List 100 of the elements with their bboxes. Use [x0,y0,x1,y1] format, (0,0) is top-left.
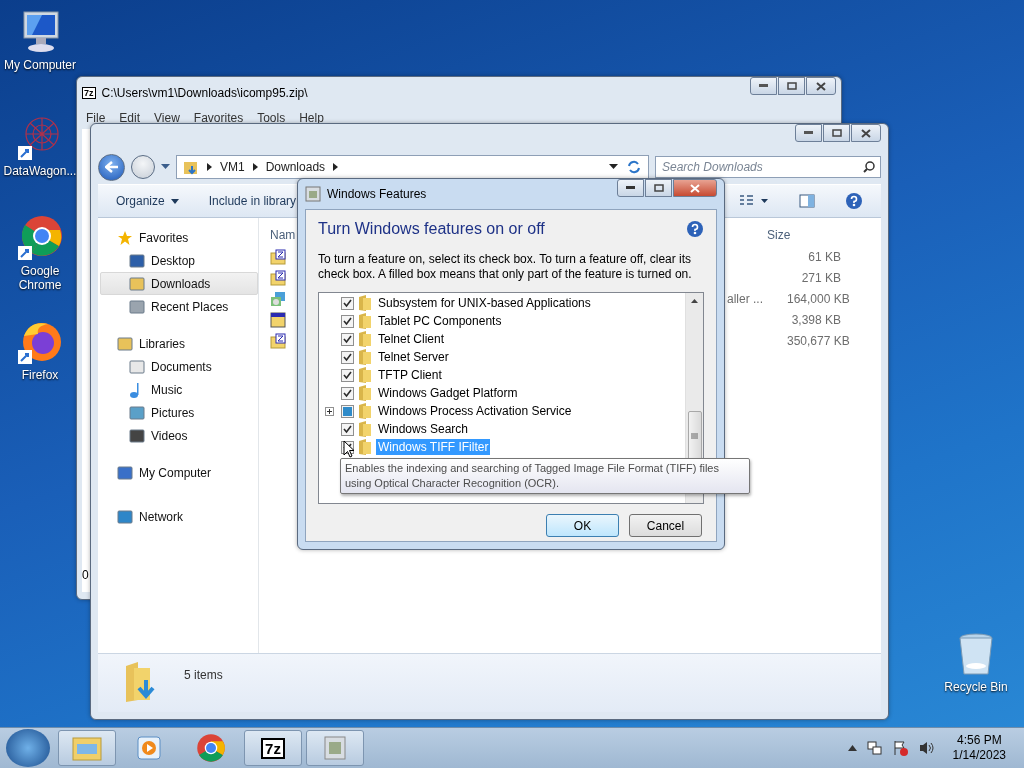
view-options-icon[interactable] [739,194,769,208]
column-header[interactable]: Size [767,228,881,242]
tooltip: Enables the indexing and searching of Tagged Image File Format (TIFF) files using Optical Character Recognition (OCR). [340,458,750,494]
nav-item[interactable]: Desktop [100,249,258,272]
chevron-icon[interactable] [252,163,258,171]
nav-item[interactable]: Libraries [100,332,258,355]
feature-label[interactable]: Telnet Server [376,349,451,365]
nav-item[interactable]: Favorites [100,226,258,249]
dialog-button[interactable]: OK [546,514,619,537]
help-icon[interactable] [686,220,704,238]
menu-item[interactable]: Edit [119,111,141,125]
flag-icon[interactable] [892,740,909,756]
desktop-icon-label[interactable]: My Computer [4,58,76,72]
feature-label[interactable]: Windows Search [376,421,471,437]
close-icon [861,128,871,138]
plus-icon [327,408,332,414]
help-icon[interactable] [845,192,863,210]
star-icon [117,229,133,246]
toolbar-button[interactable]: Organize [116,194,179,208]
close-button[interactable] [806,77,836,95]
maximize-button[interactable] [778,77,805,95]
nav-item[interactable]: My Computer [100,461,258,484]
table-cell-text: 3,398 KB [790,312,842,327]
start-button[interactable] [6,729,50,767]
feature-label[interactable]: Tablet PC Components [376,313,504,329]
volume-icon[interactable] [918,740,935,756]
date-text: 1/14/2023 [952,748,1006,763]
close-icon [690,183,700,193]
clock[interactable]: 4:56 PM 1/14/2023 [952,733,1006,763]
dialog-button[interactable]: Cancel [629,514,702,537]
toolbar-button[interactable]: Include in library [208,194,297,208]
feature-label[interactable]: TFTP Client [376,367,444,383]
maximize-button[interactable] [823,124,850,142]
menu-item[interactable]: Tools [257,111,286,125]
refresh-icon[interactable] [626,159,642,175]
scroll-up-icon[interactable] [691,299,698,303]
close-button[interactable] [851,124,881,142]
chevron-icon[interactable] [207,163,212,171]
feature-label[interactable]: Windows Gadget Platform [376,385,520,401]
back-button[interactable] [98,153,125,181]
desktop-icon-label[interactable]: Firefox [21,368,59,382]
checkbox[interactable] [341,386,354,400]
nav-label: Libraries [139,336,186,351]
close-button[interactable] [673,179,717,197]
feature-label[interactable]: Subsystem for UNIX-based Applications [376,295,593,311]
desktop-icon-label[interactable]: DataWagon... [3,164,77,178]
preview-pane-icon[interactable] [799,194,815,208]
dialog-heading: Turn Windows features on or off [318,220,545,238]
nav-label: Network [139,509,183,524]
forward-button[interactable] [131,155,155,179]
feature-label[interactable]: Windows Process Activation Service [376,403,574,419]
back-arrow-icon [104,161,119,173]
menu-item[interactable]: File [86,111,106,125]
maximize-button[interactable] [645,179,672,197]
checkbox[interactable] [341,422,354,436]
checkbox[interactable] [341,296,354,310]
nav-item[interactable]: Videos [100,424,258,447]
window-title: C:\Users\vm1\Downloads\icomp95.zip\ [101,86,309,100]
minimize-button[interactable] [795,124,822,142]
chevron-icon[interactable] [333,163,339,171]
minimize-icon [759,84,768,88]
time-text: 4:56 PM [956,733,1002,748]
address-bar[interactable]: VM1 Downloads [176,155,649,179]
expand-button[interactable] [325,406,334,416]
window-title: Windows Features [327,187,428,201]
dropdown-caret-icon [170,198,179,204]
app-logo: 7z [261,737,285,759]
table-cell-text: 271 KB [800,270,842,285]
minimize-button[interactable] [750,77,777,95]
breadcrumb-item[interactable]: Downloads [265,160,326,174]
nav-item[interactable]: Downloads [100,272,258,295]
nav-label: Desktop [151,253,196,268]
archive-icon [270,269,286,286]
dropdown-caret-icon[interactable] [609,164,618,170]
scroll-thumb[interactable] [687,411,702,461]
chrome-icon[interactable] [16,214,64,262]
nav-item[interactable]: Documents [100,355,258,378]
nav-label: Favorites [139,230,189,245]
taskbar-button[interactable]: 7z [244,730,302,766]
search-field[interactable]: Search Downloads [655,156,881,178]
breadcrumb-item[interactable]: VM1 [220,160,245,174]
menu-item[interactable]: Favorites [193,111,244,125]
checkbox[interactable] [341,368,354,382]
desktop-icon-label[interactable]: Google Chrome [1,264,79,292]
menu-item[interactable]: View [154,111,180,125]
nav-item[interactable]: Music [100,378,258,401]
nav-item[interactable]: Network [100,505,258,528]
checkbox[interactable] [341,332,354,346]
checkbox[interactable] [341,350,354,364]
feature-label[interactable]: Telnet Client [376,331,447,347]
desktop-icon-label[interactable]: Recycle Bin [944,680,1008,694]
nav-item[interactable]: Recent Places [100,295,258,318]
tray-arrow-icon[interactable] [847,745,857,751]
nav-label: Recent Places [151,299,229,314]
minimize-button[interactable] [617,179,644,197]
grip-icon [691,433,698,439]
checkbox[interactable] [341,314,354,328]
menu-item[interactable]: Help [299,111,324,125]
nav-item[interactable]: Pictures [100,401,258,424]
mouse-cursor-icon [343,440,355,458]
